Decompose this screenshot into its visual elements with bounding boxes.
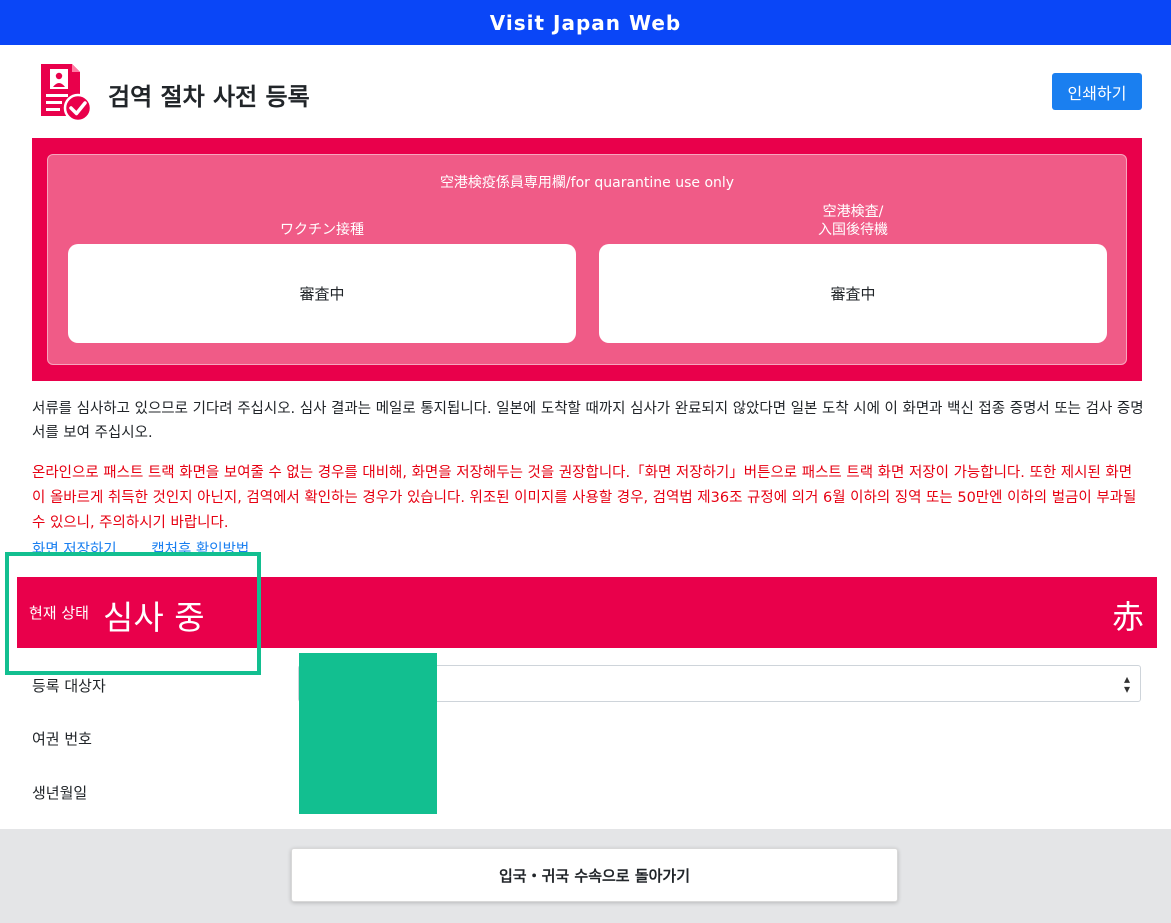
save-warning: 온라인으로 패스트 트랙 화면을 보여줄 수 없는 경우를 대비해, 화면을 저…	[32, 465, 1137, 531]
registrant-label: 등록 대상자	[32, 677, 106, 695]
status-color-kanji: 赤	[1111, 598, 1144, 636]
quarantine-title: 空港検疫係員専用欄/for quarantine use only	[439, 175, 735, 191]
quarantine-inner-panel: 空港検疫係員専用欄/for quarantine use only ワクチン接種…	[47, 154, 1127, 365]
document-check-icon	[41, 64, 93, 122]
back-to-procedures-button[interactable]: 입국・귀국 수속으로 돌아가기	[291, 848, 898, 902]
page-header: 검역 절차 사전 등록 인쇄하기	[38, 64, 1142, 124]
inspection-status-box: 審査中	[599, 244, 1107, 343]
highlight-frame	[5, 552, 261, 675]
footer-bar: 입국・귀국 수속으로 돌아가기	[0, 829, 1171, 923]
redaction-block	[299, 653, 437, 814]
inspection-column: 空港検査/入国後待機 審査中	[599, 203, 1107, 343]
quarantine-panel: 空港検疫係員専用欄/for quarantine use only ワクチン接種…	[32, 138, 1142, 381]
birthdate-label: 생년월일	[32, 784, 88, 802]
inspection-label-line2: 入国後待機	[818, 222, 888, 238]
inspection-label-line1: 空港検査/	[822, 204, 884, 220]
review-notice: 서류를 심사하고 있으므로 기다려 주십시오. 심사 결과는 메일로 통지됩니다…	[32, 401, 1144, 441]
app-header: Visit Japan Web	[0, 0, 1171, 45]
inspection-status: 審査中	[830, 285, 876, 303]
page-title: 검역 절차 사전 등록	[108, 83, 310, 111]
inspection-label: 空港検査/入国後待機	[599, 203, 1107, 239]
passport-label: 여권 번호	[32, 730, 92, 748]
vaccine-status: 審査中	[299, 285, 345, 303]
print-button[interactable]: 인쇄하기	[1052, 73, 1142, 110]
select-arrow-icon: ▴ ▾	[1123, 672, 1130, 696]
vaccine-column: ワクチン接種 審査中	[68, 203, 576, 343]
vaccine-status-box: 審査中	[68, 244, 576, 343]
app-title: Visit Japan Web	[489, 10, 682, 35]
vaccine-label: ワクチン接種	[280, 222, 364, 238]
